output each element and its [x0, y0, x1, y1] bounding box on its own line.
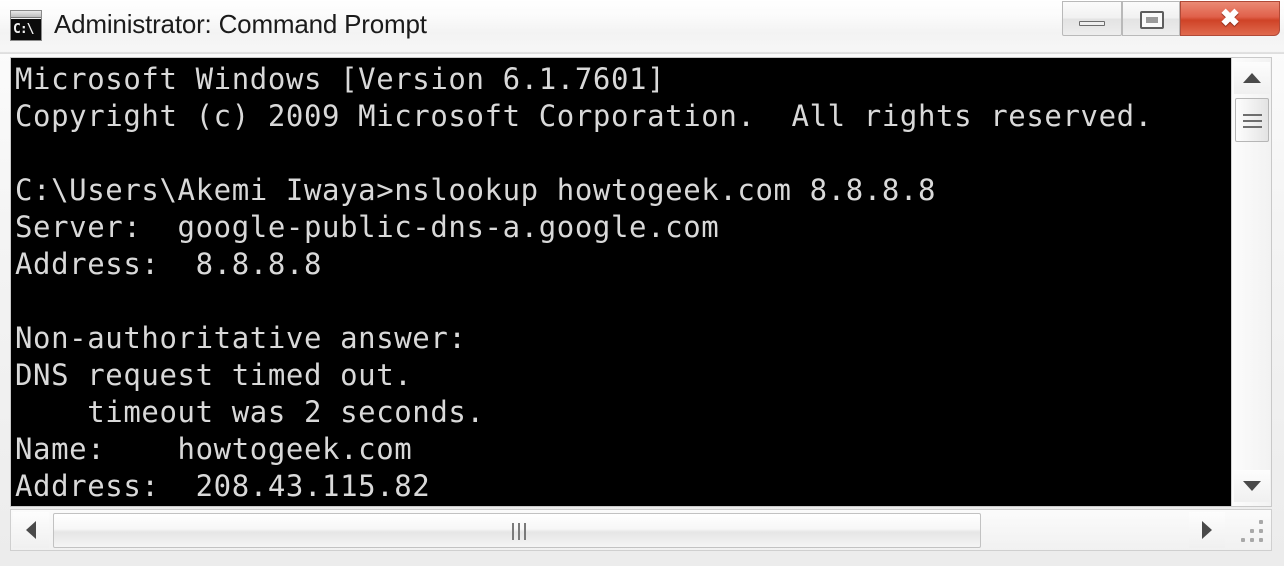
- restore-button[interactable]: [1122, 1, 1180, 36]
- minimize-icon: [1079, 21, 1105, 26]
- console-line: Copyright (c) 2009 Microsoft Corporation…: [15, 99, 1153, 133]
- chevron-left-icon: [26, 521, 36, 539]
- scroll-right-button[interactable]: [1189, 512, 1225, 548]
- console-line: DNS request timed out.: [15, 358, 413, 392]
- console-line: Name: howtogeek.com: [15, 432, 413, 466]
- grip-line: [524, 523, 526, 540]
- icon-console-glyph: C:\: [11, 19, 41, 40]
- scroll-up-button[interactable]: [1234, 62, 1270, 94]
- grip-line: [518, 523, 520, 540]
- scroll-left-button[interactable]: [13, 512, 49, 548]
- chevron-up-icon: [1243, 73, 1261, 83]
- chevron-right-icon: [1202, 521, 1212, 539]
- grip-line: [1243, 114, 1262, 116]
- horizontal-scrollbar[interactable]: [10, 509, 1272, 551]
- horizontal-scrollbar-thumb[interactable]: [53, 513, 981, 548]
- icon-titlebar-strip: [11, 11, 41, 18]
- resize-grip-icon[interactable]: [1235, 514, 1269, 548]
- scroll-down-button[interactable]: [1234, 470, 1270, 502]
- minimize-button[interactable]: [1062, 1, 1122, 36]
- console-line: timeout was 2 seconds.: [15, 395, 485, 429]
- restore-icon: [1140, 11, 1164, 29]
- command-prompt-window: C:\ Administrator: Command Prompt ✖ Micr…: [0, 0, 1284, 566]
- grip-line: [1243, 120, 1262, 122]
- close-button[interactable]: ✖: [1180, 1, 1280, 36]
- console-line: Microsoft Windows [Version 6.1.7601]: [15, 62, 666, 96]
- chevron-down-icon: [1243, 481, 1261, 491]
- vertical-scrollbar[interactable]: [1231, 58, 1271, 506]
- window-title: Administrator: Command Prompt: [54, 9, 427, 39]
- console-line: Non-authoritative answer:: [15, 321, 467, 355]
- grip-line: [1243, 126, 1262, 128]
- console-output[interactable]: Microsoft Windows [Version 6.1.7601] Cop…: [11, 58, 1231, 506]
- console-line: Server: google-public-dns-a.google.com: [15, 210, 720, 244]
- console-line: Address: 208.43.115.82: [15, 469, 431, 503]
- grip-line: [512, 523, 514, 540]
- vertical-scrollbar-thumb[interactable]: [1235, 98, 1269, 142]
- console-line-command: C:\Users\Akemi Iwaya>nslookup howtogeek.…: [15, 173, 937, 207]
- title-bar[interactable]: C:\ Administrator: Command Prompt ✖: [0, 0, 1284, 54]
- console-line: Address: 8.8.8.8: [15, 247, 323, 281]
- cmd-console-icon: C:\: [10, 10, 42, 41]
- console-frame: Microsoft Windows [Version 6.1.7601] Cop…: [10, 57, 1272, 507]
- close-icon: ✖: [1219, 5, 1241, 32]
